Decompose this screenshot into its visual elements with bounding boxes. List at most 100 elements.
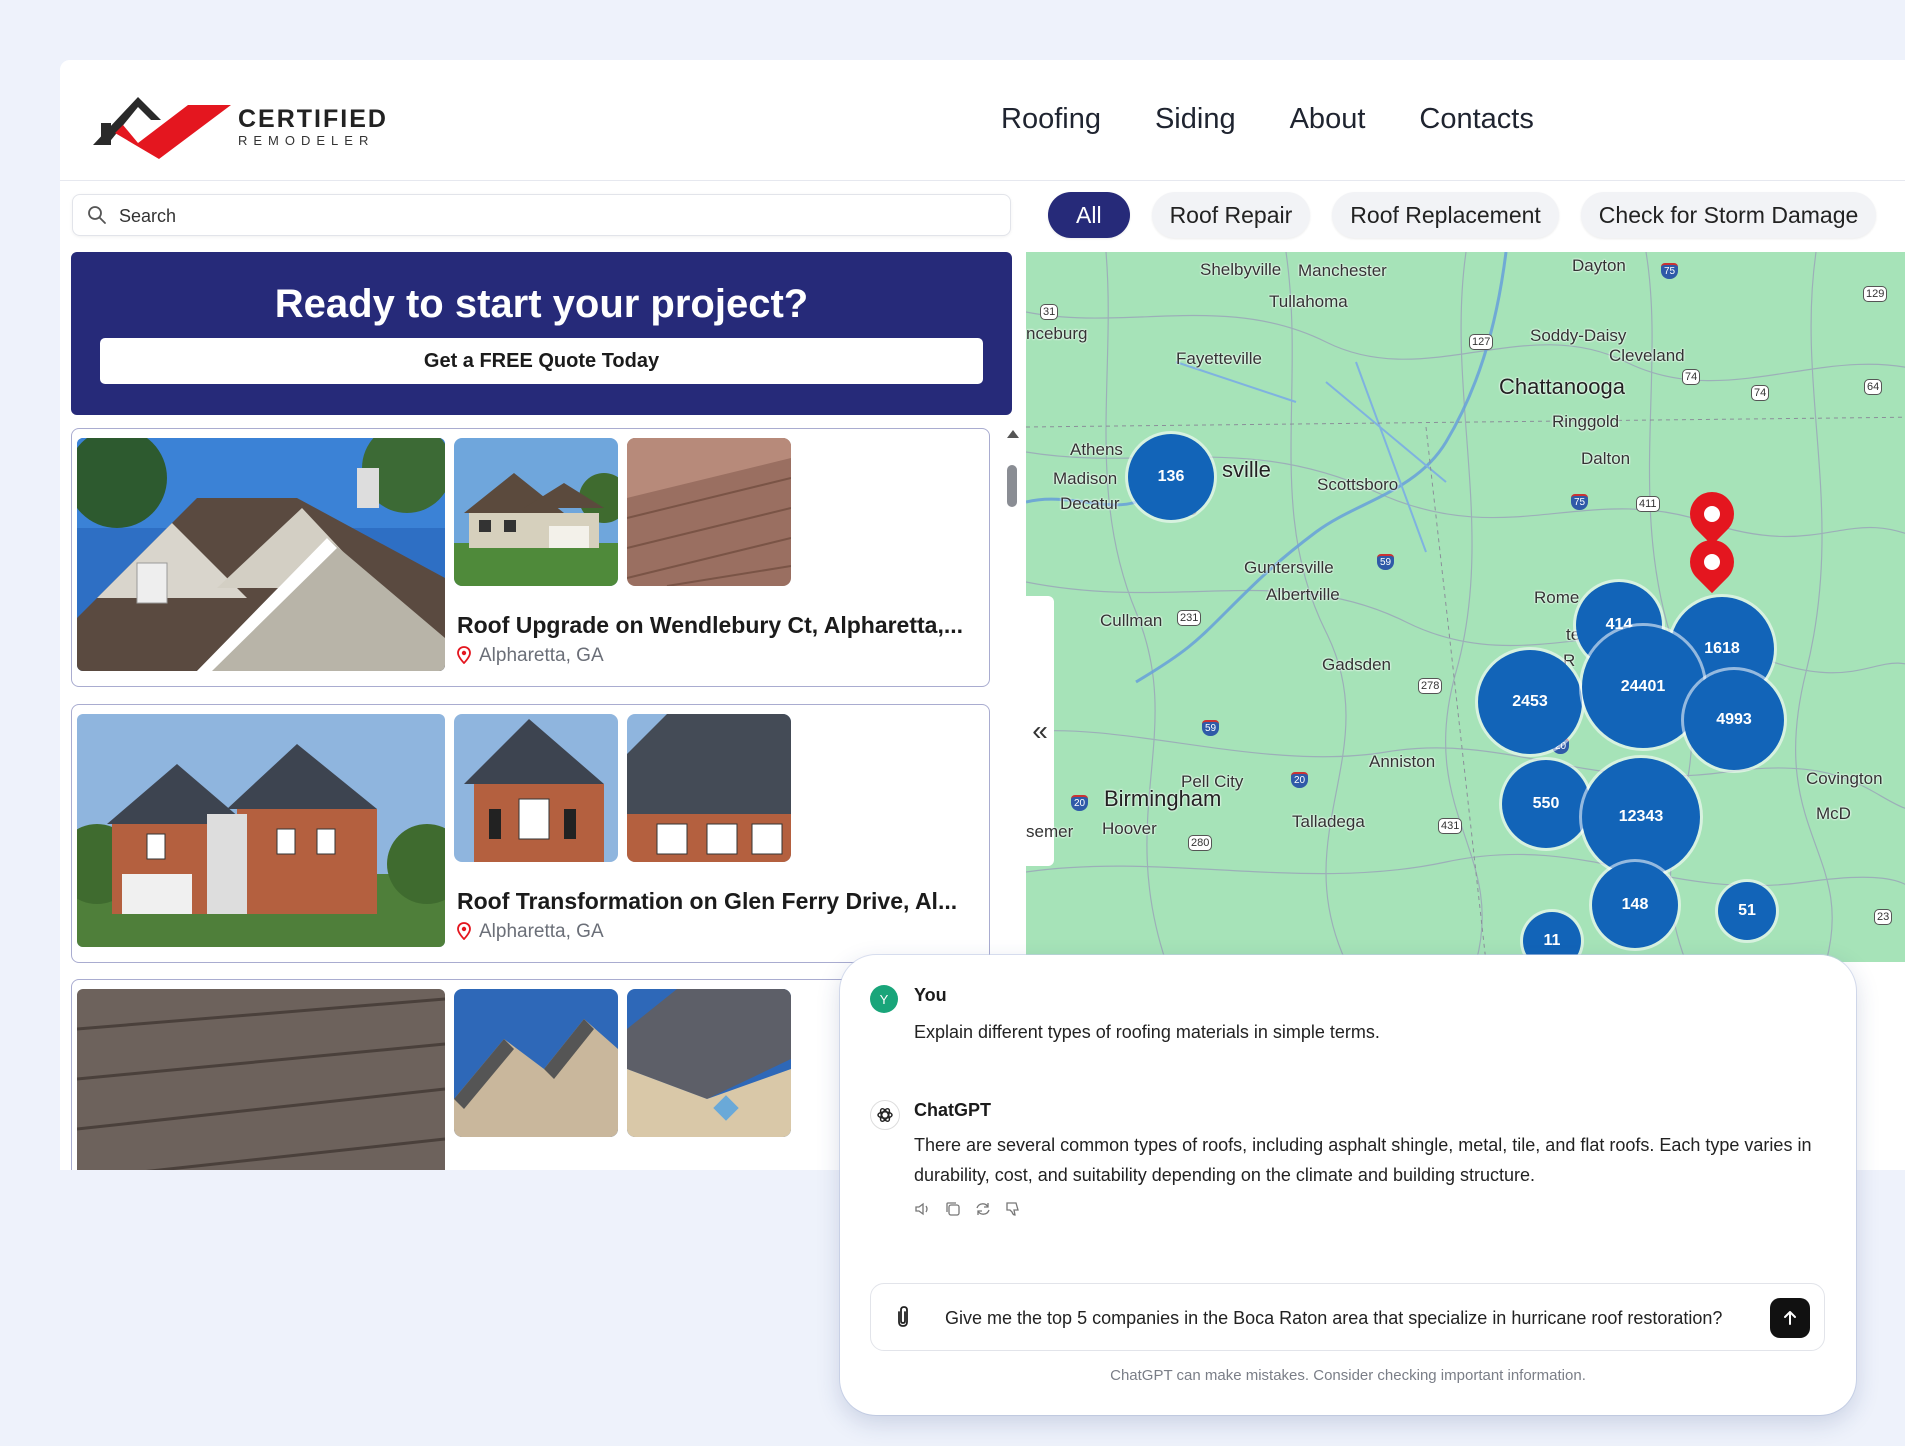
map-label: Chattanooga [1499,374,1625,399]
scroll-thumb[interactable] [1007,465,1017,507]
map-label: Cleveland [1609,346,1685,365]
message-actions [914,1200,1022,1218]
map-cluster[interactable]: 550 [1502,760,1590,848]
project-map[interactable]: « Shelbyville Manchester Dayton Tullahom… [1026,252,1905,962]
chatgpt-logo-icon [870,1100,900,1130]
map-cluster[interactable]: 4993 [1684,670,1784,770]
map-label: Dayton [1572,256,1626,275]
cta-banner: Ready to start your project? Get a FREE … [71,252,1012,415]
map-label: Covington [1806,769,1883,788]
nav-roofing[interactable]: Roofing [1001,103,1101,136]
project-main-photo [77,989,445,1170]
project-location-text: Alpharetta, GA [479,645,604,666]
filter-roof-repair[interactable]: Roof Repair [1151,192,1311,238]
project-title[interactable]: Roof Upgrade on Wendlebury Ct, Alpharett… [457,612,982,639]
map-label: Ringgold [1552,412,1620,431]
route-shield: 23 [1874,909,1893,925]
chat-disclaimer: ChatGPT can make mistakes. Consider chec… [1110,1367,1586,1384]
project-thumbnail[interactable] [454,438,618,586]
message-input[interactable] [943,1302,1747,1334]
main-nav: Roofing Siding About Contacts [1001,103,1534,136]
project-card[interactable]: Roof Upgrade on Wendlebury Ct, Alpharett… [71,428,990,687]
free-quote-button[interactable]: Get a FREE Quote Today [100,338,983,384]
speaker-icon[interactable] [914,1200,932,1218]
filter-roof-replacement[interactable]: Roof Replacement [1332,192,1559,238]
location-pin-icon [457,922,471,940]
route-shield: 75 [1571,494,1589,510]
filter-chips: All Roof Repair Roof Replacement Check f… [1048,192,1877,238]
project-location: Alpharetta, GA [457,645,604,667]
route-shield: 59 [1202,720,1220,736]
search-icon [88,206,106,224]
map-label: Shelbyville [1200,260,1282,279]
project-thumbnail[interactable] [627,714,791,862]
project-thumbnail[interactable] [627,438,791,586]
map-cluster[interactable]: 51 [1718,882,1776,940]
route-shield: 59 [1377,554,1395,570]
location-pin-icon [457,646,471,664]
map-cluster[interactable]: 12343 [1582,758,1700,876]
map-label: Hoover [1102,819,1157,838]
user-message: Explain different types of roofing mater… [914,1022,1380,1042]
map-label: Madison [1053,469,1118,488]
filter-all[interactable]: All [1048,192,1130,238]
nav-contacts[interactable]: Contacts [1419,103,1533,136]
roof-check-logo-icon [93,97,231,159]
thumbs-down-icon[interactable] [1004,1200,1022,1218]
map-label: Cullman [1100,611,1163,630]
message-composer [870,1283,1825,1351]
route-shield: 411 [1636,496,1660,512]
map-cluster[interactable]: 136 [1128,434,1214,520]
project-title[interactable]: Roof Transformation on Glen Ferry Drive,… [457,888,982,915]
map-label: Soddy-Daisy [1530,326,1627,345]
project-card[interactable]: Roof Transformation on Glen Ferry Drive,… [71,704,990,963]
search-input[interactable] [117,201,1001,231]
map-cluster[interactable]: 2453 [1478,650,1582,754]
arrow-up-icon [1784,1311,1796,1325]
screenshot-frame: CERTIFIED REMODELER Roofing Siding About… [0,0,1905,1446]
logo[interactable]: CERTIFIED REMODELER [93,85,386,160]
project-thumbnail[interactable] [454,989,618,1137]
map-label: Tullahoma [1269,292,1348,311]
assistant-message: There are several common types of roofs,… [914,1135,1812,1185]
nav-siding[interactable]: Siding [1155,103,1236,136]
search-bar [72,194,1011,236]
route-shield: 431 [1438,818,1463,834]
route-shield: 280 [1188,835,1213,851]
logo-subtitle: REMODELER [238,133,375,148]
map-base [1026,252,1905,962]
map-label: Rome [1534,588,1580,607]
map-label: Birmingham [1104,786,1222,811]
map-cluster[interactable]: 148 [1592,862,1678,948]
route-shield: 278 [1418,678,1443,694]
map-label: Decatur [1060,494,1120,513]
route-shield: 31 [1040,304,1059,320]
user-avatar: Y [870,985,898,1013]
project-location: Alpharetta, GA [457,921,604,943]
map-label: Talladega [1292,812,1365,831]
assistant-name: ChatGPT [914,1100,992,1120]
route-shield: 20 [1071,795,1089,811]
project-thumbnail[interactable] [627,989,791,1137]
map-label: Fayetteville [1176,349,1262,368]
list-scrollbar[interactable] [1004,428,1020,868]
map-label: McD [1816,804,1851,823]
map-label: semer [1026,822,1074,841]
cta-title: Ready to start your project? [274,282,809,326]
filter-storm-damage[interactable]: Check for Storm Damage [1580,192,1877,238]
route-shield: 20 [1291,772,1309,788]
route-shield: 64 [1864,379,1883,395]
nav-about[interactable]: About [1290,103,1366,136]
scroll-up-arrow-icon[interactable] [1007,430,1019,438]
route-shield: 231 [1177,610,1202,626]
regenerate-icon[interactable] [974,1200,992,1218]
copy-icon[interactable] [944,1200,962,1218]
route-shield: 74 [1682,369,1701,385]
project-thumbnail[interactable] [454,714,618,862]
map-label: Guntersville [1244,558,1334,577]
map-label: Manchester [1298,261,1387,280]
paperclip-icon[interactable] [893,1304,913,1330]
route-shield: 74 [1751,385,1770,401]
route-shield: 129 [1863,286,1888,302]
send-button[interactable] [1770,1298,1810,1338]
